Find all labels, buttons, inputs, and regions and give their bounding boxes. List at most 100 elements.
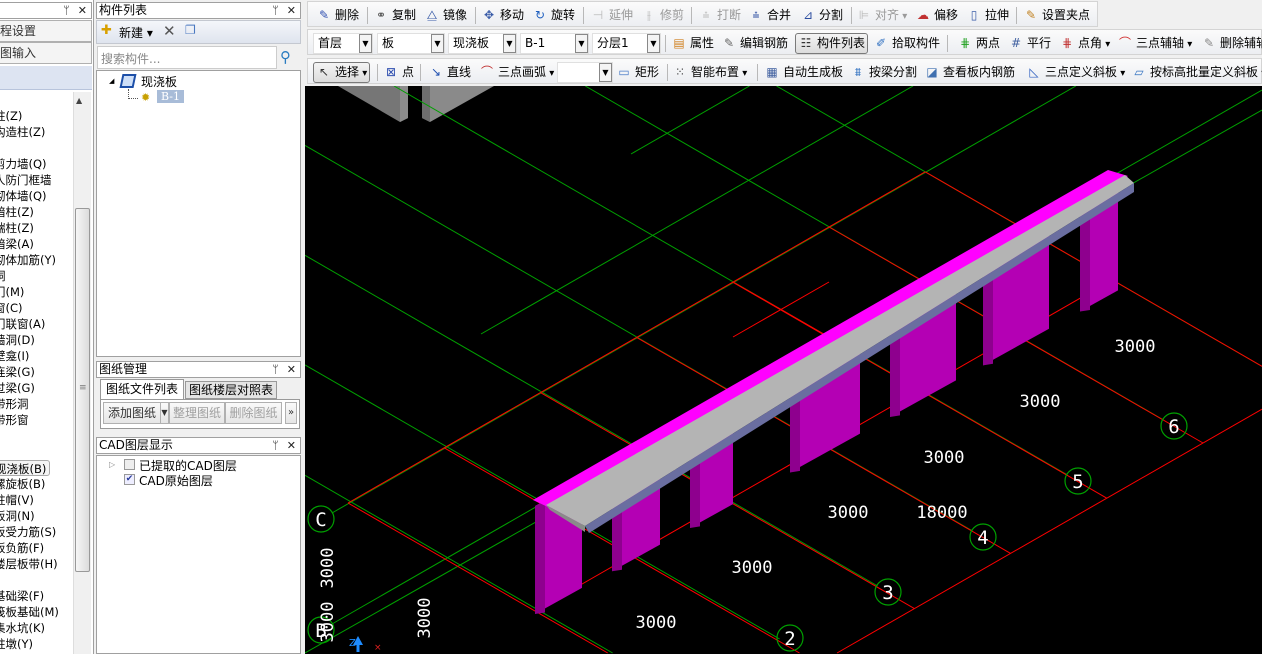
tab-drawing-file-list[interactable]: 图纸文件列表 (100, 379, 184, 399)
select-type[interactable]: 板 ▼ (377, 33, 445, 54)
dropdown-arrow-icon[interactable]: ▾ (1102, 39, 1110, 50)
extend-button[interactable]: ⊣ 延伸 (588, 6, 635, 25)
component-type-item[interactable]: 砌体墙(Q) (0, 188, 47, 204)
edit-rebar-button[interactable]: ✎ 编辑钢筋 (719, 34, 790, 53)
grip-button[interactable]: ✎ 设置夹点 (1021, 6, 1092, 25)
copy-icon[interactable]: ❐ (185, 23, 196, 37)
component-type-item[interactable]: 门联窗(A) (0, 316, 45, 332)
dropdown-arrow-icon[interactable]: ▾ (1258, 68, 1262, 79)
component-type-item[interactable]: 筏板基础(M) (0, 604, 59, 620)
dropdown-arrow-icon[interactable]: ▾ (1184, 39, 1192, 50)
auto-slab-button[interactable]: ▦ 自动生成板 (762, 63, 845, 82)
component-type-item[interactable]: 构造柱(Z) (0, 124, 45, 140)
dropdown-arrow-icon[interactable]: ▾ (546, 68, 554, 79)
component-type-item[interactable]: 暗梁(A) (0, 236, 34, 252)
dropdown-arrow-icon[interactable]: ▼ (431, 34, 444, 53)
tree-node-b1[interactable]: B-1 (157, 90, 185, 103)
new-button[interactable]: 新建 ▾ (119, 24, 153, 41)
component-type-item[interactable]: 墙洞(D) (0, 332, 35, 348)
component-type-item[interactable]: 带形洞 (0, 396, 29, 412)
component-type-item[interactable]: 壁龛(I) (0, 348, 29, 364)
tree-node-cast-slab[interactable]: 现浇板 (141, 73, 177, 90)
add-drawing-dropdown[interactable]: ▼ (160, 402, 169, 424)
pin-icon[interactable]: ᛘ (272, 4, 279, 17)
select-layer[interactable]: 分层1 ▼ (592, 33, 661, 54)
line-button[interactable]: ↘ 直线 (426, 63, 473, 82)
pin-icon[interactable]: ᛘ (63, 4, 70, 17)
point-button[interactable]: ⊠ 点 (381, 63, 416, 82)
drawing-input-button[interactable]: 绘图输入 (0, 42, 92, 64)
delete-drawing-button[interactable]: 删除图纸 (225, 402, 282, 424)
component-type-item[interactable]: 连梁(G) (0, 364, 35, 380)
search-icon[interactable]: ⚲ (280, 48, 291, 66)
component-type-item[interactable]: 剪力墙(Q) (0, 156, 47, 172)
dropdown-arrow-icon[interactable]: ▾ (739, 68, 747, 79)
mirror-button[interactable]: ⧋ 镜像 (422, 6, 469, 25)
component-type-item[interactable]: 暗柱(Z) (0, 204, 34, 220)
component-type-item[interactable]: 基础梁(F) (0, 588, 44, 604)
pick-button[interactable]: ✐ 拾取构件 (871, 34, 942, 53)
select-category[interactable]: 现浇板 ▼ (448, 33, 517, 54)
component-type-item[interactable]: 洞 (0, 268, 6, 284)
view-rebar-button[interactable]: ◪ 查看板内钢筋 (922, 63, 1017, 82)
close-icon[interactable]: ✕ (287, 363, 296, 376)
component-type-item[interactable]: 人防门框墙 (0, 172, 52, 188)
two-point-button[interactable]: ⋕ 两点 (955, 34, 1002, 53)
add-drawing-button[interactable]: 添加图纸 (103, 402, 161, 424)
component-type-item[interactable]: 板受力筋(S) (0, 524, 56, 540)
component-type-item[interactable]: 集水坑(K) (0, 620, 45, 636)
beam-split-button[interactable]: ⩩ 按梁分割 (848, 63, 919, 82)
more-button[interactable]: » (285, 402, 297, 424)
3d-drawing-canvas[interactable]: 23456CB300030003000300030003000180003000… (305, 86, 1262, 654)
select-component[interactable]: B-1 ▼ (520, 33, 589, 54)
rectangle-button[interactable]: ▭ 矩形 (614, 63, 661, 82)
nav-scrollbar[interactable]: ▲ ≡ (73, 92, 91, 654)
dropdown-arrow-icon[interactable]: ▼ (575, 34, 588, 53)
break-button[interactable]: ⩮ 打断 (696, 6, 743, 25)
properties-button[interactable]: ▤ 属性 (669, 34, 716, 53)
batch-slope-button[interactable]: ▱ 按标高批量定义斜板 ▾ (1129, 63, 1262, 82)
component-type-item[interactable]: 柱帽(V) (0, 492, 34, 508)
expand-icon[interactable]: ▷ (109, 460, 115, 469)
original-layers-checkbox[interactable]: ✔ (124, 474, 135, 485)
component-type-item[interactable]: 柱墩(Y) (0, 636, 33, 652)
component-type-item[interactable]: 窗(C) (0, 300, 23, 316)
dropdown-arrow-icon[interactable]: ▾ (899, 11, 907, 22)
pin-icon[interactable]: ᛘ (272, 439, 279, 452)
component-type-item[interactable]: 板洞(N) (0, 508, 35, 524)
search-input[interactable]: 搜索构件... (97, 46, 277, 69)
dropdown-arrow-icon[interactable]: ▼ (599, 63, 612, 82)
move-button[interactable]: ✥ 移动 (479, 6, 526, 25)
dropdown-arrow-icon[interactable]: ▼ (647, 34, 660, 53)
stretch-button[interactable]: ▯ 拉伸 (964, 6, 1011, 25)
merge-button[interactable]: ⩮ 合并 (746, 6, 793, 25)
offset-button[interactable]: ☁ 偏移 (913, 6, 960, 25)
dropdown-arrow-icon[interactable]: ▼ (503, 34, 516, 53)
eraser-button[interactable]: ✎ 删除 (314, 6, 361, 25)
pin-icon[interactable]: ᛘ (272, 363, 279, 376)
component-type-item[interactable]: 过梁(G) (0, 380, 35, 396)
cursor-button[interactable]: ↖ 选择 ▾ (313, 62, 371, 83)
three-point-axis-button[interactable]: ⌒ 三点辅轴 ▾ (1115, 34, 1194, 53)
dropdown-arrow-icon[interactable]: ▼ (359, 34, 372, 53)
slope-slab-button[interactable]: ◺ 三点定义斜板 ▾ (1024, 63, 1127, 82)
scroll-up-icon[interactable]: ▲ (76, 96, 82, 105)
component-type-item[interactable]: 柱(Z) (0, 108, 22, 124)
project-settings-button[interactable]: 工程设置 (0, 20, 92, 42)
extracted-layers-checkbox[interactable] (124, 459, 135, 470)
organize-drawing-button[interactable]: 整理图纸 (169, 402, 225, 424)
align-button[interactable]: ⊫ 对齐 ▾ (854, 6, 909, 25)
smart-layout-button[interactable]: ⁙ 智能布置 ▾ (670, 63, 749, 82)
scroll-thumb[interactable]: ≡ (75, 208, 90, 572)
component-type-item[interactable]: 楼层板带(H) (0, 556, 58, 572)
component-type-item[interactable]: 板负筋(F) (0, 540, 44, 556)
close-icon[interactable]: ✕ (287, 4, 296, 17)
parallel-button[interactable]: # 平行 (1006, 34, 1053, 53)
component-list-button[interactable]: ☷ 构件列表 (795, 33, 869, 54)
delete-axis-button[interactable]: ✎ 删除辅轴 (1199, 34, 1262, 53)
dropdown-arrow-icon[interactable]: ▾ (1117, 68, 1125, 79)
tab-drawing-floor-map[interactable]: 图纸楼层对照表 (185, 381, 277, 399)
component-type-item[interactable]: 门(M) (0, 284, 24, 300)
rotate-button[interactable]: ↻ 旋转 (530, 6, 577, 25)
component-type-item[interactable]: 螺旋板(B) (0, 476, 45, 492)
